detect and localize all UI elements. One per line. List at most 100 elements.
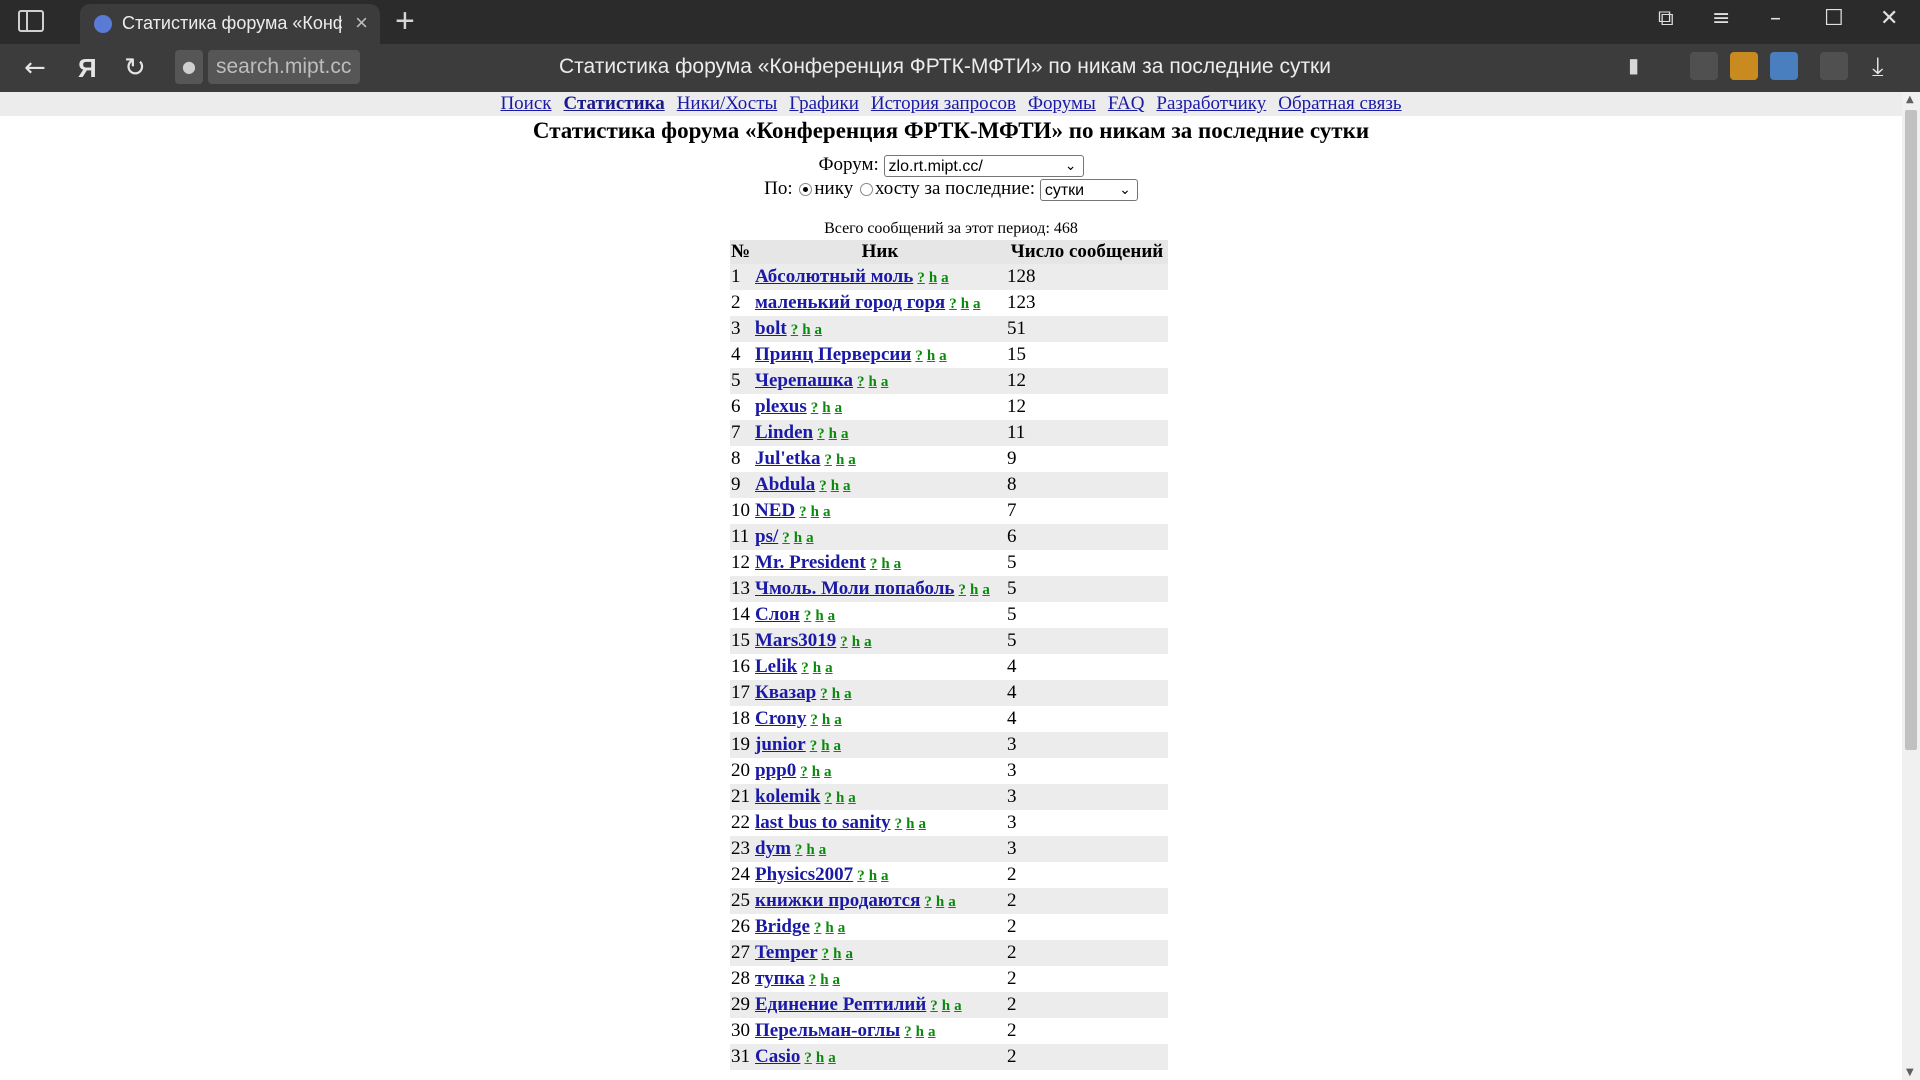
nick-question-link[interactable]: ? (810, 738, 818, 754)
nick-link[interactable]: маленький город горя (755, 292, 945, 313)
nick-link[interactable]: Physics2007 (755, 864, 853, 885)
nick-question-link[interactable]: ? (809, 972, 817, 988)
nick-h-link[interactable]: h (929, 270, 937, 286)
nick-a-link[interactable]: a (819, 842, 827, 858)
nick-h-link[interactable]: h (836, 452, 844, 468)
nick-a-link[interactable]: a (838, 920, 846, 936)
nick-link[interactable]: Temper (755, 942, 818, 963)
nick-h-link[interactable]: h (916, 1024, 924, 1040)
nick-link[interactable]: Единение Рептилий (755, 994, 926, 1015)
nick-link[interactable]: NED (755, 500, 795, 521)
nick-h-link[interactable]: h (811, 504, 819, 520)
nick-a-link[interactable]: a (881, 374, 889, 390)
nick-link[interactable]: Abdula (755, 474, 815, 495)
nick-h-link[interactable]: h (822, 400, 830, 416)
nick-link[interactable]: dym (755, 838, 791, 859)
nick-question-link[interactable]: ? (930, 998, 938, 1014)
nick-h-link[interactable]: h (825, 920, 833, 936)
nick-link[interactable]: last bus to sanity (755, 812, 891, 833)
nick-question-link[interactable]: ? (810, 712, 818, 728)
nick-link[interactable]: plexus (755, 396, 807, 417)
nick-question-link[interactable]: ? (824, 790, 832, 806)
nick-a-link[interactable]: a (828, 608, 836, 624)
menu-link[interactable]: Форумы (1028, 93, 1096, 114)
close-tab-icon[interactable]: × (355, 10, 368, 36)
nick-a-link[interactable]: a (823, 504, 831, 520)
nick-a-link[interactable]: a (881, 868, 889, 884)
nick-a-link[interactable]: a (835, 400, 843, 416)
nick-h-link[interactable]: h (802, 322, 810, 338)
nick-link[interactable]: Lelik (755, 656, 797, 677)
menu-link[interactable]: Поиск (500, 93, 551, 114)
nick-h-link[interactable]: h (836, 790, 844, 806)
nick-link[interactable]: Черепашка (755, 370, 853, 391)
minimize-button[interactable]: – (1770, 6, 1781, 31)
nick-a-link[interactable]: a (939, 348, 947, 364)
nick-question-link[interactable]: ? (822, 946, 830, 962)
nick-h-link[interactable]: h (970, 582, 978, 598)
nick-link[interactable]: Linden (755, 422, 813, 443)
nick-a-link[interactable]: a (928, 1024, 936, 1040)
menu-link[interactable]: Разработчику (1156, 93, 1266, 114)
nick-link[interactable]: Casio (755, 1046, 800, 1067)
nick-question-link[interactable]: ? (915, 348, 923, 364)
forum-select[interactable]: zlo.rt.mipt.cc/ ⌄ (883, 154, 1084, 177)
nick-h-link[interactable]: h (906, 816, 914, 832)
music-icon[interactable] (1690, 52, 1718, 80)
nick-a-link[interactable]: a (954, 998, 962, 1014)
nick-question-link[interactable]: ? (791, 322, 799, 338)
maximize-button[interactable]: ☐ (1824, 6, 1844, 31)
nick-link[interactable]: Квазар (755, 682, 816, 703)
nick-link[interactable]: Принц Перверсии (755, 344, 911, 365)
nick-question-link[interactable]: ? (782, 530, 790, 546)
sidebar-toggle-icon[interactable] (18, 10, 44, 32)
nick-link[interactable]: книжки продаются (755, 890, 920, 911)
nick-question-link[interactable]: ? (904, 1024, 912, 1040)
nick-a-link[interactable]: a (828, 1050, 836, 1066)
nick-a-link[interactable]: a (982, 582, 990, 598)
nick-question-link[interactable]: ? (801, 660, 809, 676)
address-bar[interactable]: Статистика форума «Конференция ФРТК-МФТИ… (380, 55, 1510, 79)
back-button[interactable]: ← (24, 53, 46, 83)
nick-a-link[interactable]: a (973, 296, 981, 312)
translate-icon[interactable] (1820, 52, 1848, 80)
nick-a-link[interactable]: a (864, 634, 872, 650)
nick-link[interactable]: Jul'etka (755, 448, 820, 469)
nick-question-link[interactable]: ? (819, 478, 827, 494)
nick-question-link[interactable]: ? (814, 920, 822, 936)
nick-question-link[interactable]: ? (895, 816, 903, 832)
menu-link[interactable]: Графики (789, 93, 859, 114)
nick-h-link[interactable]: h (813, 660, 821, 676)
nick-h-link[interactable]: h (806, 842, 814, 858)
nick-link[interactable]: kolemik (755, 786, 820, 807)
nick-a-link[interactable]: a (848, 452, 856, 468)
nick-a-link[interactable]: a (941, 270, 949, 286)
nick-question-link[interactable]: ? (804, 1050, 812, 1066)
nick-question-link[interactable]: ? (949, 296, 957, 312)
nick-h-link[interactable]: h (829, 426, 837, 442)
nick-h-link[interactable]: h (822, 712, 830, 728)
nick-a-link[interactable]: a (919, 816, 927, 832)
new-tab-button[interactable]: + (395, 2, 415, 41)
nick-link[interactable]: Mars3019 (755, 630, 836, 651)
address-host[interactable]: search.mipt.cc (208, 50, 360, 84)
page-scrollbar[interactable]: ▲ ▼ (1902, 92, 1920, 1080)
period-select[interactable]: сутки ⌄ (1039, 178, 1138, 201)
nick-a-link[interactable]: a (815, 322, 823, 338)
nick-link[interactable]: ps/ (755, 526, 778, 547)
nick-link[interactable]: тупка (755, 968, 805, 989)
nick-h-link[interactable]: h (869, 374, 877, 390)
nick-question-link[interactable]: ? (795, 842, 803, 858)
nick-a-link[interactable]: a (834, 712, 842, 728)
nick-question-link[interactable]: ? (857, 374, 865, 390)
menu-link[interactable]: Статистика (564, 93, 665, 114)
nick-link[interactable]: Чмоль. Моли попаболь (755, 578, 954, 599)
nick-link[interactable]: Mr. President (755, 552, 866, 573)
close-window-button[interactable]: ✕ (1880, 6, 1898, 31)
nick-a-link[interactable]: a (848, 790, 856, 806)
nick-link[interactable]: Слон (755, 604, 800, 625)
nick-link[interactable]: Crony (755, 708, 806, 729)
radio-host[interactable] (859, 183, 873, 197)
nick-question-link[interactable]: ? (857, 868, 865, 884)
nick-question-link[interactable]: ? (800, 764, 808, 780)
